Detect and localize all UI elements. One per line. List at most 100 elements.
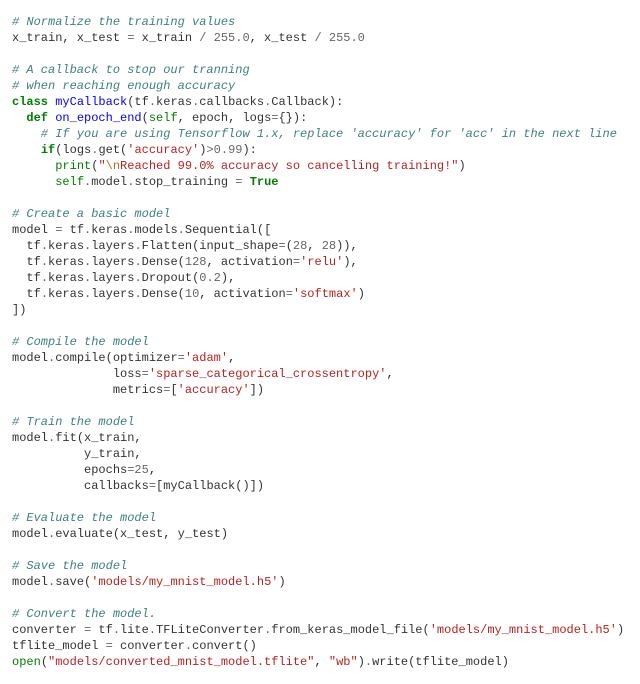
string: 'sparse_categorical_crossentropy'	[149, 367, 387, 381]
code-text: compile(optimizer	[55, 351, 177, 365]
code-text: from_keras_model_file(	[271, 623, 429, 637]
code-text: model	[12, 223, 55, 237]
code-text: )	[358, 655, 365, 669]
string: "	[98, 159, 105, 173]
code-text: ,	[149, 463, 156, 477]
code-text: Dense(	[142, 287, 185, 301]
self: self	[55, 175, 84, 189]
code-text: )	[459, 159, 466, 173]
code-text: keras	[48, 287, 84, 301]
code-text: (logs	[55, 143, 91, 157]
code-text: evaluate(x_test, y_test)	[55, 527, 228, 541]
code-text: x_train	[134, 31, 199, 45]
builtin: print	[55, 159, 91, 173]
code-text: ])	[250, 383, 264, 397]
code-text: TFLiteConverter	[156, 623, 264, 637]
code-text: )	[278, 575, 285, 589]
code-text: tflite_model	[12, 639, 106, 653]
number: 28	[322, 239, 336, 253]
code-text: stop_training	[134, 175, 235, 189]
comment-line: # If you are using Tensorflow 1.x, repla…	[12, 127, 617, 141]
code-text: ,	[314, 655, 328, 669]
code-text: {}):	[278, 111, 307, 125]
code-text: , epoch, logs	[178, 111, 272, 125]
code-text: )	[617, 623, 624, 637]
code-text: (	[142, 111, 149, 125]
code-text: keras	[91, 223, 127, 237]
number: 255.0	[214, 31, 250, 45]
code-text: tf	[91, 623, 113, 637]
number: 0.99	[214, 143, 243, 157]
comment-line: # when reaching enough accuracy	[12, 79, 235, 93]
comment-line: # Normalize the training values	[12, 15, 235, 29]
indent	[12, 159, 55, 173]
code-text: lite	[120, 623, 149, 637]
code-text: epochs	[12, 463, 127, 477]
code-text: tf	[12, 239, 41, 253]
code-text: y_train,	[12, 447, 142, 461]
code-text: layers	[91, 255, 134, 269]
code-text: get(	[98, 143, 127, 157]
number: 128	[185, 255, 207, 269]
code-block: # Normalize the training values x_train,…	[0, 0, 640, 684]
code-text: tf	[12, 271, 41, 285]
comment-line: # Save the model	[12, 559, 127, 573]
string: "models/converted_mnist_model.tflite"	[48, 655, 314, 669]
code-text: fit(x_train,	[55, 431, 141, 445]
builtin: open	[12, 655, 41, 669]
code-text: models	[134, 223, 177, 237]
code-text: model	[12, 527, 48, 541]
code-text: converter	[12, 623, 84, 637]
string: 'softmax'	[293, 287, 358, 301]
op: .	[41, 255, 48, 269]
code-text: keras	[48, 271, 84, 285]
code-text: Dropout(	[142, 271, 200, 285]
number: 0.2	[199, 271, 221, 285]
code-text: , activation	[199, 287, 285, 301]
func-name: on_epoch_end	[55, 111, 141, 125]
op: .	[134, 287, 141, 301]
op: .	[134, 271, 141, 285]
number: 10	[185, 287, 199, 301]
code-text: , activation	[206, 255, 292, 269]
string: 'models/my_mnist_model.h5'	[91, 575, 278, 589]
op: .	[134, 239, 141, 253]
code-text: [myCallback()])	[156, 479, 264, 493]
code-text: Flatten(input_shape	[142, 239, 279, 253]
code-text: metrics	[12, 383, 163, 397]
code-text: , x_test	[250, 31, 315, 45]
keyword: def	[26, 111, 48, 125]
escape: \n	[106, 159, 120, 173]
op: =	[178, 351, 185, 365]
code-text: converter	[113, 639, 185, 653]
code-text: keras	[156, 95, 192, 109]
code-text: ])	[12, 303, 26, 317]
indent	[12, 111, 26, 125]
code-text: Callback):	[271, 95, 343, 109]
space	[242, 175, 249, 189]
op: .	[134, 255, 141, 269]
code-text: ,	[307, 239, 321, 253]
keyword: class	[12, 95, 48, 109]
number: 255.0	[329, 31, 365, 45]
space	[206, 31, 213, 45]
comment-line: # Convert the model.	[12, 607, 156, 621]
code-text: [	[170, 383, 177, 397]
code-text: keras	[48, 239, 84, 253]
op: .	[41, 239, 48, 253]
op: .	[113, 623, 120, 637]
code-text: (tf	[127, 95, 149, 109]
keyword: if	[41, 143, 55, 157]
class-name: myCallback	[55, 95, 127, 109]
code-text: layers	[91, 239, 134, 253]
code-text: ,	[228, 351, 235, 365]
code-text: model	[12, 351, 48, 365]
string: 'models/my_mnist_model.h5'	[430, 623, 617, 637]
space	[322, 31, 329, 45]
op: .	[149, 623, 156, 637]
op: =	[149, 479, 156, 493]
op: .	[149, 95, 156, 109]
code-text: Sequential([	[185, 223, 271, 237]
op: .	[365, 655, 372, 669]
code-text: )),	[336, 239, 358, 253]
